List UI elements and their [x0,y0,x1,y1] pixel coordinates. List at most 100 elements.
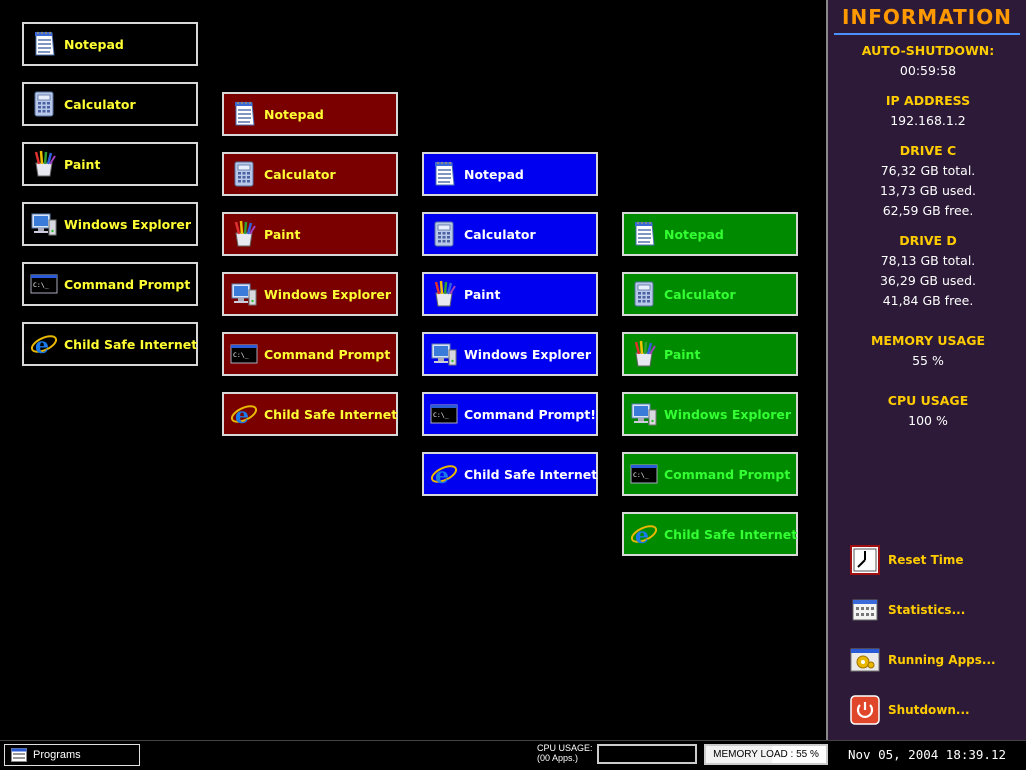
red-child-safe-internet-button[interactable]: Child Safe Internet [222,392,398,436]
green-windows-explorer-button[interactable]: Windows Explorer [622,392,798,436]
red-paint-button[interactable]: Paint [222,212,398,256]
app-button-label: Command Prompt [64,276,191,292]
programs-button[interactable]: Programs [4,744,140,766]
black-command-prompt-button[interactable]: Command Prompt [22,262,198,306]
memory-load-text: MEMORY LOAD : 55 % [713,749,819,760]
app-button-label: Command Prompt! [464,406,597,422]
app-button-label: Windows Explorer [64,216,192,232]
reset-time-label: Reset Time [888,553,964,567]
reset-time-button[interactable]: Reset Time [850,545,964,575]
paint-icon [30,150,58,178]
red-notepad-button[interactable]: Notepad [222,92,398,136]
black-child-safe-internet-button[interactable]: Child Safe Internet [22,322,198,366]
drive-c-used: 13,73 GB used. [879,183,977,198]
taskbar: Programs CPU USAGE: (00 Apps.) MEMORY LO… [0,740,1026,770]
blue-paint-button[interactable]: Paint [422,272,598,316]
app-button-label: Child Safe Internet [264,406,398,422]
programs-icon [11,748,27,762]
drive-d-free: 41,84 GB free. [882,293,974,308]
app-button-label: Paint [464,286,501,302]
statistics-icon [852,599,878,621]
cpu-usage-bar [597,744,697,764]
calculator-icon [630,280,658,308]
app-button-label: Paint [664,346,701,362]
internet-explorer-icon [30,330,58,358]
green-paint-button[interactable]: Paint [622,332,798,376]
black-notepad-button[interactable]: Notepad [22,22,198,66]
app-button-label: Child Safe Internet [64,336,198,352]
blue-command-prompt-button[interactable]: Command Prompt! [422,392,598,436]
calculator-icon [30,90,58,118]
ip-address-value: 192.168.1.2 [890,113,966,128]
green-notepad-button[interactable]: Notepad [622,212,798,256]
calculator-icon [430,220,458,248]
memory-usage-label: MEMORY USAGE [870,333,985,348]
black-windows-explorer-button[interactable]: Windows Explorer [22,202,198,246]
paint-icon [430,280,458,308]
red-windows-explorer-button[interactable]: Windows Explorer [222,272,398,316]
clock-icon [850,545,880,575]
notepad-icon [30,30,58,58]
command-prompt-icon [230,340,258,368]
auto-shutdown-section: AUTO-SHUTDOWN: 00:59:58 [828,41,1026,81]
title-divider [834,33,1020,35]
ip-address-section: IP ADDRESS 192.168.1.2 [828,91,1026,131]
app-button-label: Paint [64,156,101,172]
app-button-label: Windows Explorer [264,286,392,302]
statistics-label: Statistics... [888,603,966,617]
drive-c-label: DRIVE C [899,143,957,158]
app-button-label: Notepad [464,166,524,182]
internet-explorer-icon [230,400,258,428]
auto-shutdown-value: 00:59:58 [899,63,957,78]
notepad-icon [430,160,458,188]
app-button-label: Command Prompt [664,466,791,482]
black-calculator-button[interactable]: Calculator [22,82,198,126]
paint-icon [230,220,258,248]
running-apps-button[interactable]: Running Apps... [850,645,996,675]
red-calculator-button[interactable]: Calculator [222,152,398,196]
green-command-prompt-button[interactable]: Command Prompt [622,452,798,496]
blue-windows-explorer-button[interactable]: Windows Explorer [422,332,598,376]
blue-child-safe-internet-button[interactable]: Child Safe Internet [422,452,598,496]
app-button-label: Calculator [664,286,736,302]
drive-d-section: DRIVE D 78,13 GB total. 36,29 GB used. 4… [828,231,1026,311]
ip-address-label: IP ADDRESS [885,93,971,108]
drive-d-total: 78,13 GB total. [880,253,976,268]
app-button-label: Calculator [64,96,136,112]
windows-explorer-icon [430,340,458,368]
calculator-icon [230,160,258,188]
cpu-apps-count: (00 Apps.) [537,753,579,763]
cpu-usage-taskbar-title: CPU USAGE: [537,743,593,753]
red-command-prompt-button[interactable]: Command Prompt [222,332,398,376]
blue-notepad-button[interactable]: Notepad [422,152,598,196]
cpu-usage-value: 100 % [908,413,948,428]
app-button-label: Calculator [264,166,336,182]
running-apps-icon [850,648,880,672]
drive-c-section: DRIVE C 76,32 GB total. 13,73 GB used. 6… [828,141,1026,221]
green-calculator-button[interactable]: Calculator [622,272,798,316]
cpu-usage-taskbar-label: CPU USAGE: (00 Apps.) [537,743,593,763]
information-panel: INFORMATION AUTO-SHUTDOWN: 00:59:58 IP A… [826,0,1026,740]
memory-load-indicator: MEMORY LOAD : 55 % [704,744,828,765]
app-button-label: Windows Explorer [664,406,792,422]
windows-explorer-icon [30,210,58,238]
taskbar-clock: Nov 05, 2004 18:39.12 [847,747,1007,762]
programs-label: Programs [33,749,81,761]
shutdown-button[interactable]: Shutdown... [850,695,970,725]
drive-c-total: 76,32 GB total. [880,163,976,178]
windows-explorer-icon [230,280,258,308]
notepad-icon [230,100,258,128]
shutdown-label: Shutdown... [888,703,970,717]
command-prompt-icon [630,460,658,488]
notepad-icon [630,220,658,248]
app-button-label: Command Prompt [264,346,391,362]
drive-d-label: DRIVE D [899,233,957,248]
auto-shutdown-label: AUTO-SHUTDOWN: [861,43,995,58]
blue-calculator-button[interactable]: Calculator [422,212,598,256]
statistics-button[interactable]: Statistics... [850,595,965,625]
black-paint-button[interactable]: Paint [22,142,198,186]
app-button-label: Windows Explorer [464,346,592,362]
running-apps-label: Running Apps... [888,653,996,667]
green-child-safe-internet-button[interactable]: Child Safe Internet [622,512,798,556]
internet-explorer-icon [630,520,658,548]
